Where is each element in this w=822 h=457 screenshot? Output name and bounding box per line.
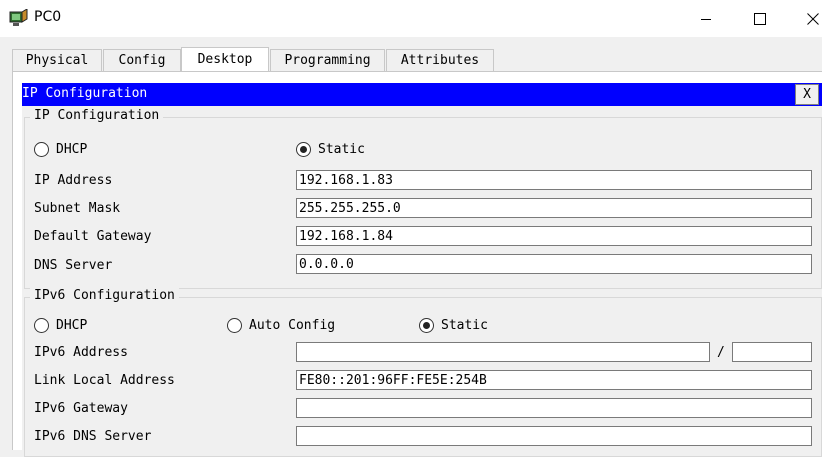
ip-config-panel: IP Configuration DHCP Static IP Address … (22, 106, 822, 457)
maximize-icon (754, 12, 766, 25)
prefix-separator: / (717, 345, 725, 360)
window-title: PC0 (34, 9, 62, 25)
window-titlebar: PC0 (0, 0, 822, 37)
ipv6-group-label: IPv6 Configuration (30, 288, 179, 303)
dns-server-label: DNS Server (34, 258, 113, 273)
tab-physical[interactable]: Physical (12, 49, 102, 71)
close-button[interactable] (790, 0, 822, 37)
ipv4-static-radio[interactable] (296, 142, 311, 157)
ip-config-titlebar: IP Configuration X (22, 83, 822, 106)
tab-programming[interactable]: Programming (270, 49, 385, 71)
ipv6-auto-config-radio[interactable] (227, 318, 242, 333)
ipv6-dns-server-field[interactable] (296, 426, 812, 446)
ipv6-static-label: Static (441, 318, 488, 333)
default-gateway-label: Default Gateway (34, 229, 152, 244)
ipv4-group-label: IP Configuration (30, 108, 164, 123)
tab-bar: Physical Config Desktop Programming Attr… (0, 37, 822, 72)
ip-address-field[interactable] (296, 170, 812, 190)
tab-desktop[interactable]: Desktop (181, 47, 269, 72)
ipv4-static-label: Static (318, 142, 365, 157)
dns-server-field[interactable] (296, 254, 812, 274)
ip-config-close-button[interactable]: X (795, 84, 819, 105)
ipv6-gateway-field[interactable] (296, 398, 812, 418)
ip-address-label: IP Address (34, 173, 113, 188)
minimize-icon (701, 18, 711, 20)
default-gateway-field[interactable] (296, 226, 812, 246)
ipv4-dhcp-radio[interactable] (34, 142, 49, 157)
maximize-button[interactable] (737, 0, 783, 37)
subnet-mask-field[interactable] (296, 198, 812, 218)
link-local-address-field[interactable] (296, 370, 812, 390)
ipv6-dns-server-label: IPv6 DNS Server (34, 429, 152, 444)
ipv6-static-radio[interactable] (419, 318, 434, 333)
tab-config[interactable]: Config (103, 49, 181, 71)
ipv6-auto-config-label: Auto Config (249, 318, 336, 333)
app-icon (9, 9, 28, 26)
ipv6-prefix-field[interactable] (732, 342, 812, 362)
ipv4-dhcp-label: DHCP (56, 142, 88, 157)
ipv6-address-field[interactable] (296, 342, 710, 362)
subnet-mask-label: Subnet Mask (34, 201, 121, 216)
link-local-address-label: Link Local Address (34, 373, 175, 388)
close-icon (807, 12, 819, 25)
ipv6-gateway-label: IPv6 Gateway (34, 401, 128, 416)
ipv6-address-label: IPv6 Address (34, 345, 128, 360)
tab-attributes[interactable]: Attributes (386, 49, 494, 71)
ipv6-dhcp-label: DHCP (56, 318, 88, 333)
ip-config-title: IP Configuration (22, 86, 148, 101)
minimize-button[interactable] (683, 0, 729, 37)
ipv6-dhcp-radio[interactable] (34, 318, 49, 333)
